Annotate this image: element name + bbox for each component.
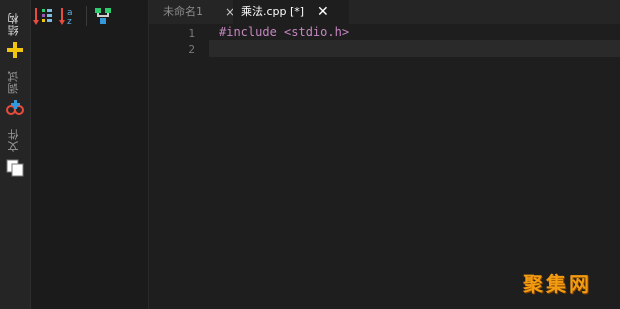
sort-alphabetical-icon[interactable]: a z <box>59 6 79 26</box>
line-number-gutter: 1 2 <box>149 24 209 309</box>
sort-by-type-icon[interactable] <box>33 6 53 26</box>
tab-files[interactable]: 文件 <box>6 126 24 154</box>
tab-multiply-cpp[interactable]: 乘法.cpp [*] ✕ <box>233 0 349 24</box>
show-inherited-icon[interactable] <box>93 6 113 26</box>
svg-text:z: z <box>67 17 72 26</box>
symbol-toolbar: a z <box>31 0 148 30</box>
code-editor[interactable]: #include <stdio.h> <box>209 24 620 309</box>
add-debug-icon[interactable] <box>5 98 25 118</box>
line-number: 1 <box>188 27 195 40</box>
tab-structure[interactable]: 结构 <box>6 8 24 40</box>
close-icon[interactable]: ✕ <box>317 0 329 24</box>
add-watch-icon[interactable] <box>5 40 25 60</box>
tab-debug[interactable]: 调试 <box>6 66 24 98</box>
symbol-panel: a z <box>31 0 149 309</box>
line-number: 2 <box>188 43 195 56</box>
tab-multiply-cpp-label: 乘法.cpp [*] <box>241 5 305 18</box>
tab-untitled1[interactable]: 未命名1 × <box>155 0 235 24</box>
editor-tabs: 未命名1 × 乘法.cpp [*] ✕ <box>149 0 620 24</box>
left-tab-strip: 结构 调试 文件 <box>0 0 31 309</box>
toolbar-separator <box>86 6 87 26</box>
current-line-highlight <box>209 40 620 57</box>
editor-area: 未命名1 × 乘法.cpp [*] ✕ 1 2 #include <stdio.… <box>149 0 620 309</box>
watermark: 聚集网 <box>523 272 592 296</box>
tab-untitled1-label: 未命名1 <box>163 5 203 18</box>
copy-icon[interactable] <box>5 158 25 178</box>
code-line[interactable]: #include <stdio.h> <box>219 25 349 39</box>
